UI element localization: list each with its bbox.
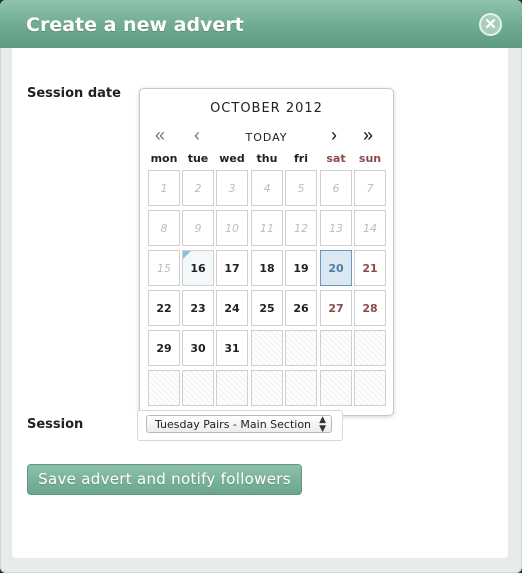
calendar-day-15: 15 (148, 250, 180, 286)
create-advert-dialog: Create a new advert ✕ Session date OCTOB… (0, 0, 522, 573)
next-month-icon[interactable]: › (331, 125, 337, 146)
calendar-day-13: 13 (320, 210, 352, 246)
calendar-month-title: OCTOBER 2012 (210, 101, 323, 116)
calendar-day-1: 1 (148, 170, 180, 206)
calendar-day-11: 11 (251, 210, 283, 246)
calendar-day-22[interactable]: 22 (148, 290, 180, 326)
session-select-value: Tuesday Pairs - Main Section (155, 418, 312, 431)
calendar-day-29[interactable]: 29 (148, 330, 180, 366)
calendar-empty-cell (320, 330, 352, 366)
session-select-wrapper: Tuesday Pairs - Main Section ▲ ▼ (137, 410, 343, 441)
calendar-day-23[interactable]: 23 (182, 290, 214, 326)
calendar-day-3: 3 (216, 170, 248, 206)
calendar-day-17[interactable]: 17 (216, 250, 248, 286)
weekday-thu: thu (256, 152, 278, 165)
calendar-empty-cell (354, 370, 386, 406)
calendar-day-2: 2 (182, 170, 214, 206)
weekday-sun: sun (358, 152, 382, 165)
calendar-empty-cell (148, 370, 180, 406)
calendar-empty-cell (285, 370, 317, 406)
calendar-day-4: 4 (251, 170, 283, 206)
weekday-wed: wed (219, 152, 245, 165)
calendar-day-19[interactable]: 19 (285, 250, 317, 286)
calendar-day-24[interactable]: 24 (216, 290, 248, 326)
calendar-day-6: 6 (320, 170, 352, 206)
calendar-day-12: 12 (285, 210, 317, 246)
dialog-title: Create a new advert (26, 14, 244, 36)
calendar-day-20[interactable]: 20 (320, 250, 352, 286)
calendar-day-8: 8 (148, 210, 180, 246)
calendar-empty-cell (251, 370, 283, 406)
select-arrows-icon: ▲ ▼ (319, 415, 326, 434)
dialog-header: Create a new advert ✕ (0, 0, 522, 48)
calendar-day-21[interactable]: 21 (354, 250, 386, 286)
session-select[interactable]: Tuesday Pairs - Main Section ▲ ▼ (146, 415, 332, 434)
close-icon[interactable]: ✕ (479, 13, 502, 36)
session-label: Session (27, 417, 84, 432)
date-picker-calendar: OCTOBER 2012 « ‹ TODAY › » mon tue wed thu f… (139, 88, 394, 416)
calendar-empty-cell (251, 330, 283, 366)
today-button[interactable]: TODAY (140, 131, 393, 144)
calendar-day-25[interactable]: 25 (251, 290, 283, 326)
calendar-empty-cell (320, 370, 352, 406)
calendar-empty-cell (354, 330, 386, 366)
calendar-empty-cell (182, 370, 214, 406)
calendar-empty-cell (285, 330, 317, 366)
calendar-empty-cell (216, 370, 248, 406)
calendar-day-26[interactable]: 26 (285, 290, 317, 326)
weekday-sat: sat (326, 152, 346, 165)
save-advert-button[interactable]: Save advert and notify followers (27, 464, 302, 495)
weekday-fri: fri (294, 152, 308, 165)
calendar-day-10: 10 (216, 210, 248, 246)
calendar-day-31[interactable]: 31 (216, 330, 248, 366)
calendar-day-5: 5 (285, 170, 317, 206)
calendar-day-14: 14 (354, 210, 386, 246)
calendar-day-28[interactable]: 28 (354, 290, 386, 326)
calendar-day-9: 9 (182, 210, 214, 246)
weekday-mon: mon (150, 152, 178, 165)
weekday-tue: tue (187, 152, 209, 165)
calendar-day-27[interactable]: 27 (320, 290, 352, 326)
next-year-icon[interactable]: » (363, 125, 373, 146)
calendar-day-18[interactable]: 18 (251, 250, 283, 286)
calendar-day-16[interactable]: 16 (182, 250, 214, 286)
calendar-day-7: 7 (354, 170, 386, 206)
session-date-label: Session date (27, 86, 121, 101)
calendar-day-30[interactable]: 30 (182, 330, 214, 366)
